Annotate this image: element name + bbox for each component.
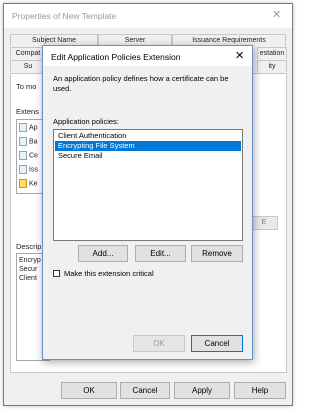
- outer-close-icon[interactable]: ✕: [272, 8, 281, 21]
- list-item[interactable]: Ce: [19, 151, 38, 160]
- tab-attestation[interactable]: estation: [257, 47, 287, 59]
- ok-button[interactable]: OK: [61, 382, 117, 399]
- critical-checkbox[interactable]: [53, 270, 60, 277]
- list-item[interactable]: Ke: [19, 179, 38, 188]
- extension-icon: [19, 137, 27, 146]
- extension-label: Ap: [29, 124, 38, 132]
- edit-extension-button[interactable]: E: [250, 216, 278, 230]
- tab-compatibility[interactable]: Compat: [10, 47, 46, 59]
- extension-label: Iss: [29, 166, 38, 174]
- dialog-titlebar: Edit Application Policies Extension ✕: [43, 46, 252, 66]
- list-item[interactable]: Secure Email: [55, 151, 241, 161]
- extension-icon: [19, 165, 27, 174]
- description-label: Descrip: [16, 242, 42, 251]
- application-policies-label: Application policies:: [53, 117, 119, 126]
- add-button[interactable]: Add...: [78, 245, 128, 262]
- description-line: Client: [19, 275, 37, 282]
- dialog-description: An application policy defines how a cert…: [53, 74, 229, 93]
- dialog-title: Edit Application Policies Extension: [51, 52, 181, 62]
- help-button[interactable]: Help: [234, 382, 286, 399]
- outer-titlebar: Properties of New Template ✕: [4, 4, 292, 28]
- page-instruction: To mo: [16, 82, 37, 91]
- edit-button[interactable]: Edit...: [135, 245, 186, 262]
- tab-security[interactable]: ity: [257, 60, 287, 72]
- critical-checkbox-label[interactable]: Make this extension critical: [64, 269, 154, 278]
- extension-label: Ce: [29, 152, 38, 160]
- description-line: Encryp: [19, 257, 41, 264]
- list-item-selected[interactable]: Encrypting File System: [55, 141, 241, 151]
- extension-icon: [19, 151, 27, 160]
- remove-button[interactable]: Remove: [191, 245, 243, 262]
- extension-label: Ba: [29, 138, 38, 146]
- tab-label: Su: [23, 63, 33, 70]
- extension-icon: [19, 123, 27, 132]
- extensions-label: Extens: [16, 107, 39, 116]
- tab-label: estation: [259, 50, 285, 57]
- outer-window-title: Properties of New Template: [12, 11, 117, 21]
- list-item[interactable]: Iss: [19, 165, 38, 174]
- list-item[interactable]: Client Authentication: [55, 131, 241, 141]
- apply-button[interactable]: Apply: [174, 382, 230, 399]
- tab-label: ity: [268, 63, 276, 70]
- dialog-ok-button[interactable]: OK: [133, 335, 185, 352]
- tab-label: Server: [124, 37, 146, 44]
- tab-label: Subject Name: [32, 37, 76, 44]
- extension-label: Ke: [29, 180, 38, 188]
- tab-label: Issuance Requirements: [192, 37, 266, 44]
- cancel-button[interactable]: Cancel: [120, 382, 170, 399]
- application-policies-list[interactable]: Client Authentication Encrypting File Sy…: [53, 129, 243, 241]
- tab-superseded[interactable]: Su: [10, 60, 46, 72]
- dialog-cancel-button[interactable]: Cancel: [191, 335, 243, 352]
- edit-application-policies-dialog: Edit Application Policies Extension ✕ An…: [42, 45, 253, 360]
- warning-icon: [19, 179, 27, 188]
- tab-label: Compat: [15, 50, 41, 57]
- description-line: Secur: [19, 266, 38, 273]
- close-icon[interactable]: ✕: [235, 49, 244, 62]
- list-item[interactable]: Ba: [19, 137, 38, 146]
- list-item[interactable]: Ap: [19, 123, 38, 132]
